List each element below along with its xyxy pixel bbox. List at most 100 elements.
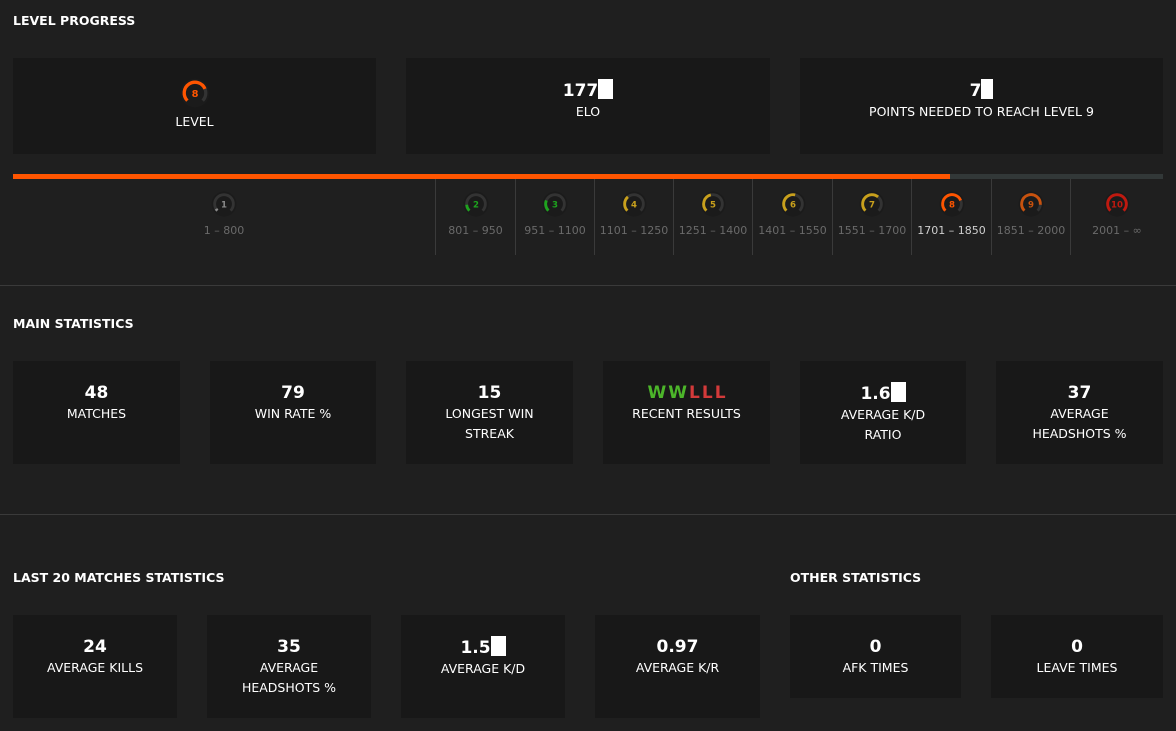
- gauge-level-number: 3: [552, 200, 558, 210]
- level-range-label: 1701 – 1850: [917, 224, 986, 237]
- points-needed-card: 7 POINTS NEEDED TO REACH LEVEL 9: [800, 58, 1163, 154]
- level-range-label: 1551 – 1700: [837, 224, 907, 237]
- leave-times-label: LEAVE TIMES: [1036, 660, 1118, 675]
- level-6-icon: 6: [780, 191, 805, 217]
- result-win: W: [647, 383, 667, 403]
- gauge-level-number: 2: [473, 200, 479, 210]
- level-8-icon: 8: [939, 191, 964, 217]
- average-kd-ratio-card: 1.6 AVERAGE K/D RATIO: [800, 361, 966, 464]
- last20-headshots-value: 35: [277, 637, 301, 657]
- result-win: W: [668, 383, 687, 403]
- longest-win-streak-card: 15 LONGEST WIN STREAK: [406, 361, 573, 464]
- leave-times-card: 0 LEAVE TIMES: [991, 615, 1163, 698]
- level-range-label: 1101 – 1250: [599, 224, 669, 237]
- gauge-level-number: 5: [710, 200, 716, 210]
- redaction-mask: [598, 79, 614, 99]
- last20-kd-label: AVERAGE K/D: [440, 661, 526, 676]
- average-headshots-card: 37 AVERAGE HEADSHOTS %: [996, 361, 1163, 464]
- afk-times-value: 0: [869, 637, 882, 657]
- recent-results-value: WWLLL: [646, 382, 726, 404]
- level-7-cell: 7 1551 – 1700: [832, 179, 911, 255]
- last20-kd-card: 1.5 AVERAGE K/D: [401, 615, 565, 718]
- average-kd-ratio-label: AVERAGE K/D RATIO: [840, 407, 926, 442]
- section-divider: [0, 285, 1176, 286]
- gauge-level-number: 1: [221, 200, 227, 210]
- elo-card: 177 ELO: [406, 58, 770, 154]
- gauge-level-number: 10: [1111, 200, 1123, 210]
- elo-label: ELO: [575, 104, 601, 119]
- gauge-level-number: 8: [191, 89, 198, 100]
- level-6-cell: 6 1401 – 1550: [752, 179, 832, 255]
- level-range-label: 2001 – ∞: [1092, 224, 1142, 237]
- recent-results-card: WWLLL RECENT RESULTS: [603, 361, 770, 464]
- last20-headshots-label: AVERAGE HEADSHOTS %: [241, 660, 337, 695]
- average-kd-ratio-value: 1.6: [860, 382, 906, 405]
- level-2-cell: 2 801 – 950: [435, 179, 515, 255]
- last20-kr-value: 0.97: [656, 637, 699, 657]
- gauge-fill: [214, 208, 219, 212]
- redaction-mask: [490, 636, 506, 656]
- level-3-icon: 3: [542, 191, 568, 217]
- elo-value: 177: [563, 79, 614, 102]
- level-7-icon: 7: [859, 191, 885, 217]
- level-10-icon: 10: [1104, 191, 1130, 217]
- longest-win-streak-value: 15: [477, 383, 502, 403]
- gauge-level-number: 8: [949, 200, 955, 210]
- points-needed-value: 7: [970, 79, 994, 102]
- gauge-level-number: 7: [869, 200, 875, 210]
- current-level-card: 8 LEVEL: [13, 58, 376, 154]
- win-rate-label: WIN RATE %: [254, 406, 332, 421]
- points-needed-label: POINTS NEEDED TO REACH LEVEL 9: [869, 104, 1094, 119]
- leave-times-value: 0: [1071, 637, 1083, 657]
- level-1-cell: 1 1 – 800: [13, 179, 435, 255]
- result-loss: L: [701, 383, 713, 403]
- afk-times-card: 0 AFK TIMES: [790, 615, 961, 698]
- recent-results-label: RECENT RESULTS: [632, 406, 741, 421]
- level-8-cell: 8 1701 – 1850: [911, 179, 991, 255]
- average-kills-label: AVERAGE KILLS: [46, 660, 143, 675]
- level-5-cell: 5 1251 – 1400: [673, 179, 752, 255]
- level-5-icon: 5: [700, 191, 726, 217]
- last20-headshots-card: 35 AVERAGE HEADSHOTS %: [207, 615, 371, 718]
- redaction-mask: [890, 382, 906, 402]
- last20-title: LAST 20 MATCHES STATISTICS: [13, 570, 225, 585]
- level-range-label: 1401 – 1550: [758, 224, 827, 237]
- level-range-label: 1 – 800: [203, 224, 245, 237]
- last20-kr-card: 0.97 AVERAGE K/R: [595, 615, 760, 718]
- level-1-icon: 1: [211, 191, 237, 217]
- level-3-cell: 3 951 – 1100: [515, 179, 594, 255]
- matches-value: 48: [84, 383, 109, 403]
- matches-card: 48 MATCHES: [13, 361, 180, 464]
- level-range-label: 801 – 950: [448, 224, 503, 237]
- section-divider: [0, 514, 1176, 515]
- result-loss: L: [689, 383, 700, 403]
- redaction-mask: [981, 79, 994, 99]
- other-statistics-title: OTHER STATISTICS: [790, 570, 922, 585]
- level-label: LEVEL: [175, 114, 214, 129]
- gauge-level-number: 4: [631, 200, 637, 210]
- average-headshots-label: AVERAGE HEADSHOTS %: [1032, 406, 1127, 441]
- level-8-icon: 8: [180, 78, 209, 108]
- average-headshots-value: 37: [1067, 383, 1092, 403]
- level-9-icon: 9: [1018, 191, 1044, 217]
- main-statistics-title: MAIN STATISTICS: [13, 316, 134, 331]
- level-range-label: 1851 – 2000: [996, 224, 1066, 237]
- last20-kd-value: 1.5: [460, 636, 506, 659]
- matches-label: MATCHES: [66, 406, 127, 421]
- result-loss: L: [714, 383, 726, 403]
- average-kills-card: 24 AVERAGE KILLS: [13, 615, 177, 718]
- level-2-icon: 2: [463, 191, 488, 217]
- level-progress-title: LEVEL PROGRESS: [13, 13, 136, 28]
- level-range-label: 1251 – 1400: [678, 224, 748, 237]
- longest-win-streak-label: LONGEST WIN STREAK: [445, 406, 534, 441]
- win-rate-value: 79: [281, 383, 305, 403]
- gauge-level-number: 6: [790, 200, 796, 210]
- level-4-icon: 4: [621, 191, 647, 217]
- afk-times-label: AFK TIMES: [842, 660, 909, 675]
- level-4-cell: 4 1101 – 1250: [594, 179, 673, 255]
- average-kills-value: 24: [83, 637, 107, 657]
- gauge-level-number: 9: [1028, 200, 1034, 210]
- level-10-cell: 10 2001 – ∞: [1070, 179, 1163, 255]
- win-rate-card: 79 WIN RATE %: [210, 361, 376, 464]
- level-range-label: 951 – 1100: [524, 224, 586, 237]
